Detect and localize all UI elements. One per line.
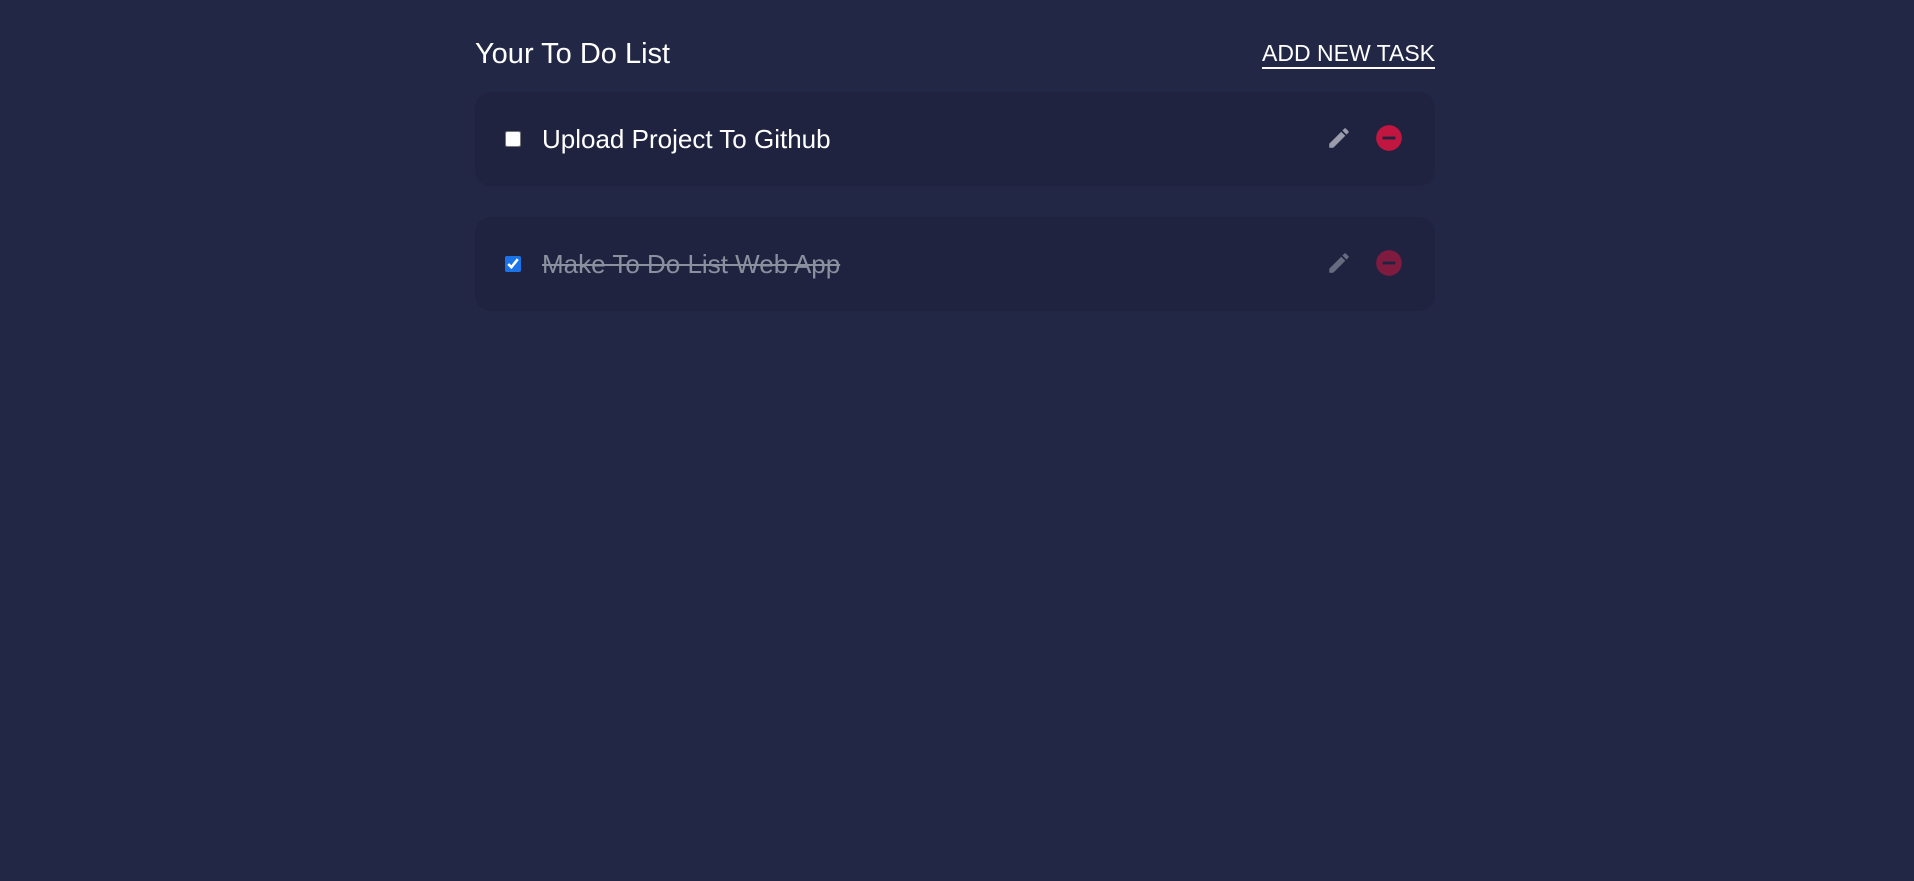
header: Your To Do List ADD NEW TASK (475, 0, 1435, 92)
minus-circle-icon[interactable] (1374, 248, 1404, 278)
pencil-icon[interactable] (1324, 123, 1354, 153)
minus-circle-icon[interactable] (1374, 123, 1404, 153)
task-list: Upload Project To Github Make To Do List… (475, 92, 1435, 342)
task-checkbox[interactable] (505, 131, 521, 147)
todo-app: Your To Do List ADD NEW TASK Upload Proj… (475, 0, 1435, 311)
add-new-task-link[interactable]: ADD NEW TASK (1262, 39, 1435, 69)
task-label: Upload Project To Github (542, 124, 831, 154)
page-title: Your To Do List (475, 38, 671, 70)
task-item: Upload Project To Github (475, 92, 1435, 186)
task-checkbox[interactable] (505, 256, 521, 272)
task-item: Make To Do List Web App (475, 217, 1435, 311)
pencil-icon[interactable] (1324, 248, 1354, 278)
task-label: Make To Do List Web App (542, 249, 841, 279)
